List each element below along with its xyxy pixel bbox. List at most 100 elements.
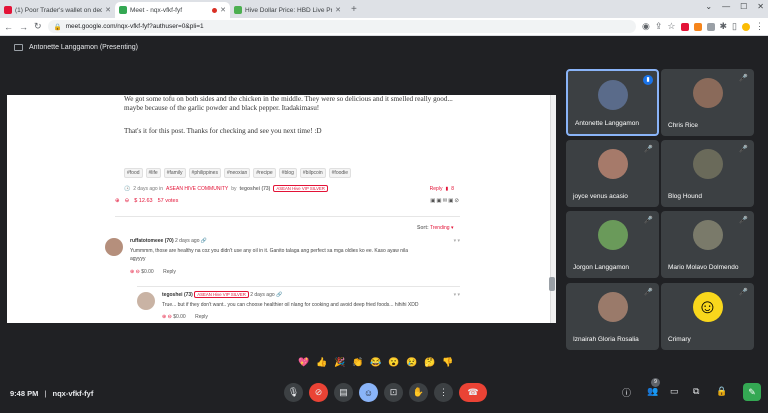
info-icon[interactable]: ⓘ [622, 386, 631, 399]
link-icon[interactable]: 🔗 [276, 292, 282, 298]
browser-tab-meet[interactable]: Meet - nqx-vfkf-fyf ✕ [115, 2, 230, 18]
avatar [105, 238, 123, 256]
post-meta: 🕓 2 days ago in ASEAN HIVE COMMUNITY by … [124, 185, 454, 192]
reaction-emoji-icon[interactable]: 😂 [369, 357, 383, 368]
community-link[interactable]: ASEAN HIVE COMMUNITY [166, 186, 228, 192]
more-options-button[interactable]: ⋮ [434, 383, 453, 402]
downvote-icon[interactable]: ⊖ [125, 198, 130, 204]
payout-value[interactable]: $ 12.63 [134, 198, 152, 204]
upvote-icon[interactable]: ⊕ [162, 314, 166, 320]
close-tab-icon[interactable]: ✕ [105, 6, 111, 14]
downvote-icon[interactable]: ⊖ [136, 269, 140, 275]
people-icon[interactable]: 👥 [647, 386, 658, 397]
tag-chip[interactable]: #neoxian [223, 168, 251, 178]
puzzle-icon[interactable]: ✱ [720, 21, 728, 32]
share-icons[interactable]: ▣▣✉▣⊘ [430, 198, 460, 204]
tag-chip[interactable]: #recipe [253, 168, 276, 178]
present-icon: ⊡ [389, 387, 398, 397]
comment-author[interactable]: ruffatotomeee (70) [130, 238, 174, 244]
host-controls-icon[interactable]: 🔒 [716, 386, 727, 397]
participant-tile[interactable]: joyce venus acasio 🎤 [566, 140, 659, 207]
close-window-icon[interactable]: ✕ [757, 2, 764, 11]
edit-button[interactable]: ✎ [743, 383, 761, 401]
votes-count[interactable]: 57 votes [158, 198, 179, 204]
leave-call-button[interactable]: ☎ [459, 383, 487, 402]
new-tab-icon[interactable]: + [345, 2, 363, 18]
captions-button[interactable]: ▤ [334, 383, 353, 402]
close-tab-icon[interactable]: ✕ [335, 6, 341, 14]
comment-author[interactable]: tegoshei (73) [162, 292, 193, 298]
upvote-icon[interactable]: ⊕ [130, 269, 134, 275]
star-icon[interactable]: ☆ [667, 21, 675, 32]
comment-menu-icon[interactable]: ▾ ▾ [454, 292, 460, 298]
forward-icon[interactable]: → [19, 22, 28, 32]
tag-chip[interactable]: #philippines [188, 168, 221, 178]
scroll-handle[interactable] [549, 277, 555, 291]
raise-hand-button[interactable]: ✋ [409, 383, 428, 402]
tag-chip[interactable]: #blog [278, 168, 297, 178]
reaction-emoji-icon[interactable]: 😮 [387, 357, 401, 368]
participant-tile[interactable]: Blog Hound 🎤 [661, 140, 754, 207]
extension-red-icon[interactable] [680, 22, 689, 31]
participant-tile[interactable]: Antonette Langgamon ▮ [566, 69, 659, 136]
sort-control[interactable]: Sort: Trending ▾ [417, 225, 453, 231]
participant-tile[interactable]: Mario Molavo Dolmendo 🎤 [661, 211, 754, 278]
reaction-emoji-icon[interactable]: 👎 [441, 357, 455, 368]
reaction-emoji-icon[interactable]: 😢 [405, 357, 419, 368]
comment-payout[interactable]: $0.00 [173, 314, 186, 320]
comment-menu-icon[interactable]: ▾ ▾ [454, 238, 460, 244]
browser-tab-hive-wallet[interactable]: (1) Poor Trader's wallet on dece ✕ [0, 2, 115, 18]
reaction-emoji-icon[interactable]: 👏 [351, 357, 365, 368]
back-icon[interactable]: ← [4, 22, 13, 32]
tab-title: Hive Dollar Price: HBD Live Pric [245, 6, 333, 14]
upvote-icon[interactable]: ⊕ [115, 198, 120, 204]
minimize-icon[interactable]: — [722, 2, 730, 11]
reaction-emoji-icon[interactable]: 🤔 [423, 357, 437, 368]
tag-chip[interactable]: #family [163, 168, 186, 178]
present-button[interactable]: ⊡ [384, 383, 403, 402]
tag-chip[interactable]: #food [124, 168, 143, 178]
comment-time: 2 days ago [175, 238, 200, 244]
participant-tile[interactable]: Jorgon Langgamon 🎤 [566, 211, 659, 278]
hbd-favicon-icon [234, 6, 242, 14]
reaction-emoji-icon[interactable]: 👍 [315, 357, 329, 368]
maximize-icon[interactable]: ☐ [740, 2, 747, 11]
close-tab-icon[interactable]: ✕ [220, 6, 226, 14]
tag-chip[interactable]: #foodie [328, 168, 352, 178]
link-icon[interactable]: 🔗 [201, 238, 207, 244]
reload-icon[interactable]: ↻ [34, 21, 42, 32]
participant-tile[interactable]: Chris Rice 🎤 [661, 69, 754, 136]
reaction-emoji-icon[interactable]: 🎉 [333, 357, 347, 368]
tag-chip[interactable]: #bilpcoin [299, 168, 326, 178]
avatar [597, 292, 628, 322]
downvote-icon[interactable]: ⊖ [168, 314, 172, 320]
participant-tile[interactable]: Iznairah Gloria Rosalia 🎤 [566, 283, 659, 350]
more-menu-icon[interactable]: ⋮ [755, 21, 764, 32]
share-icon[interactable]: ⇪ [655, 21, 663, 32]
camera-icon[interactable]: ◉ [642, 21, 650, 32]
dropdown-icon[interactable]: ⌄ [705, 2, 712, 11]
sort-value[interactable]: Trending [430, 225, 450, 231]
chat-icon[interactable]: ▭ [670, 386, 679, 397]
mic-off-icon: 🎤 [739, 146, 748, 153]
sidebar-icon[interactable]: ▯ [732, 21, 737, 32]
reply-button[interactable]: Reply [430, 186, 443, 192]
camera-off-button[interactable]: ⊘ [309, 383, 328, 402]
tag-chip[interactable]: #life [145, 168, 161, 178]
reaction-emoji-icon[interactable]: 💖 [297, 357, 311, 368]
author-badge: ASEAN Hive VIP SILVER [273, 185, 328, 192]
browser-tab-hbd-price[interactable]: Hive Dollar Price: HBD Live Pric ✕ [230, 2, 345, 18]
profile-avatar[interactable] [742, 22, 750, 31]
comment-reply-button[interactable]: Reply [163, 269, 176, 275]
activities-icon[interactable]: ⧉ [693, 386, 699, 397]
tab-strip: (1) Poor Trader's wallet on dece ✕ Meet … [0, 0, 768, 18]
author-link[interactable]: tegoshei (73) [240, 186, 271, 192]
extension-metamask-icon[interactable] [693, 22, 702, 31]
reactions-button[interactable]: ☺ [359, 383, 378, 402]
comment-payout[interactable]: $0.00 [141, 269, 154, 275]
comment-reply-button[interactable]: Reply [195, 314, 208, 320]
extension-gray-icon[interactable] [706, 22, 715, 31]
address-bar[interactable]: 🔒 meet.google.com/nqx-vfkf-fyf?authuser=… [47, 20, 637, 33]
microphone-button[interactable]: 🎙 [284, 383, 303, 402]
participant-tile[interactable]: ☺ Crimary 🎤 [661, 283, 754, 350]
